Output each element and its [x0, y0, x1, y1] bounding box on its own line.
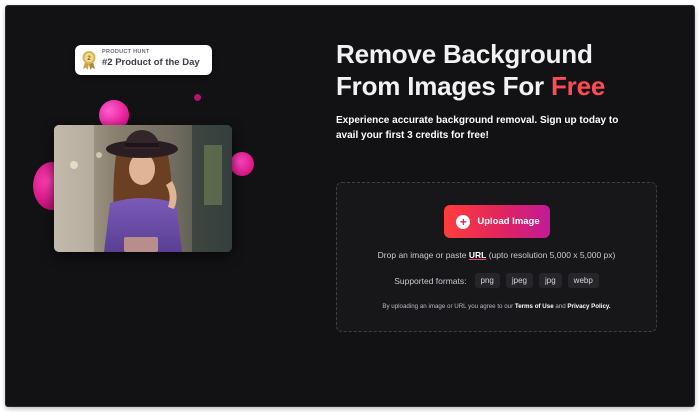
medal-icon: 2	[82, 51, 96, 70]
subheadline: Experience accurate background removal. …	[336, 115, 619, 141]
paste-url-link[interactable]: URL	[469, 250, 486, 260]
upload-button-label: Upload Image	[477, 216, 540, 227]
terms-and: and	[553, 303, 568, 310]
terms-notice: By uploading an image or URL you agree t…	[337, 303, 656, 310]
product-hunt-badge[interactable]: 2 PRODUCT HUNT #2 Product of the Day	[75, 45, 212, 75]
format-chip-jpeg: jpeg	[505, 273, 533, 288]
format-chip-webp: webp	[567, 273, 599, 288]
format-chip-png: png	[474, 273, 500, 288]
drop-instructions: Drop an image or paste URL (upto resolut…	[337, 250, 656, 260]
drop-suffix: (upto resolution 5,000 x 5,000 px)	[486, 250, 616, 260]
terms-prefix: By uploading an image or URL you agree t…	[382, 303, 515, 310]
upload-image-button[interactable]: + Upload Image	[444, 205, 550, 238]
upload-dropzone[interactable]: + Upload Image Drop an image or paste UR…	[336, 182, 657, 332]
hero-sample-image	[54, 125, 232, 252]
badge-kicker: PRODUCT HUNT	[102, 49, 150, 55]
format-chip-jpg: jpg	[538, 273, 562, 288]
headline-line1: Remove Background	[336, 39, 593, 69]
badge-title: #2 Product of the Day	[102, 57, 200, 68]
woman-photo-illustration	[54, 125, 232, 252]
formats-label: Supported formats:	[394, 275, 467, 286]
terms-of-use-link[interactable]: Terms of Use	[515, 303, 554, 310]
privacy-policy-link[interactable]: Privacy Policy.	[567, 303, 610, 310]
drop-prefix: Drop an image or paste	[377, 250, 469, 260]
decor-blob	[230, 152, 254, 176]
headline-line2: From Images For	[336, 71, 551, 101]
page: 2 PRODUCT HUNT #2 Product of the Day Rem…	[6, 6, 694, 406]
headline-accent-free: Free	[550, 71, 606, 101]
supported-formats: Supported formats: png jpeg jpg webp	[337, 273, 656, 288]
plus-circle-icon: +	[456, 214, 471, 229]
headline: Remove Background From Images For Free	[336, 38, 605, 102]
decor-blob	[194, 94, 201, 101]
